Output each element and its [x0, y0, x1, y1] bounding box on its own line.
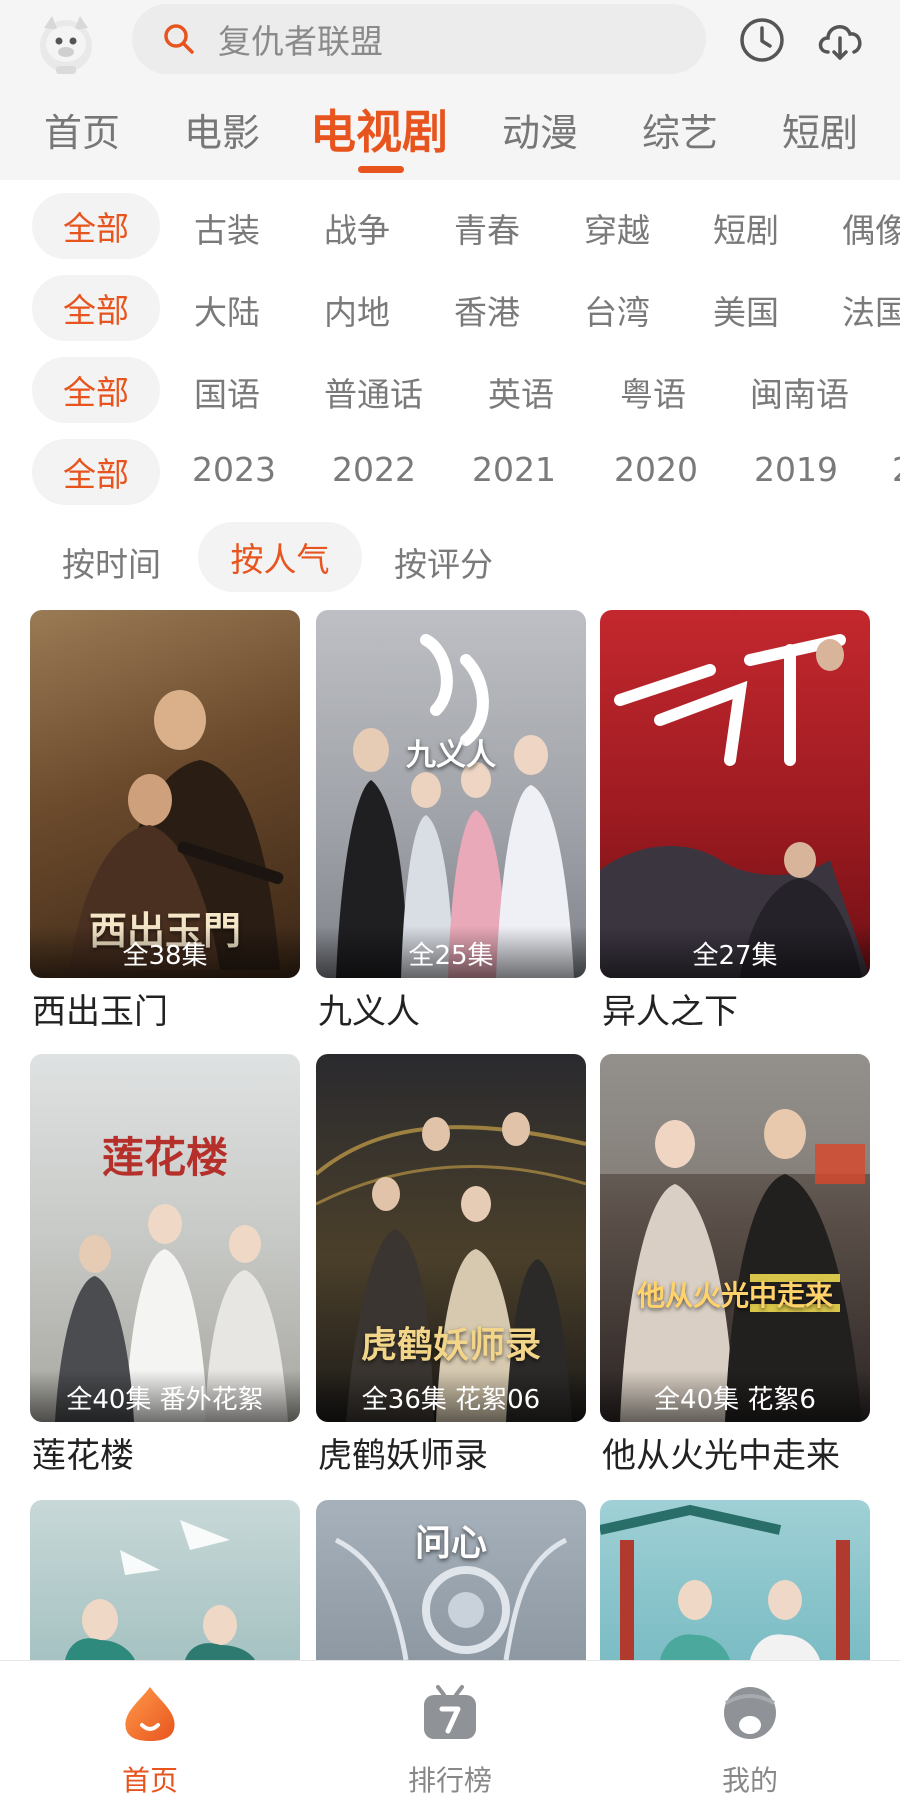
episode-badge: 全40集 番外花絮	[30, 1370, 300, 1422]
tab-movies[interactable]: 电影	[184, 102, 260, 157]
filter-year-all[interactable]: 全部	[32, 439, 160, 505]
filter-genre-item[interactable]: 战争	[324, 204, 390, 252]
filter-row-language: 全部 国语 普通话 英语 粤语 闽南语	[0, 354, 900, 436]
sort-row: 按时间 按人气 按评分	[0, 520, 900, 596]
poster-title-art: 他从火光中走来	[636, 1279, 833, 1312]
search-placeholder: 复仇者联盟	[218, 22, 383, 61]
nav-label: 排行榜	[407, 1764, 492, 1797]
mascot-avatar-icon[interactable]	[30, 6, 102, 78]
filter-region-item[interactable]: 香港	[454, 286, 520, 334]
tab-variety[interactable]: 综艺	[642, 102, 718, 157]
tab-anime[interactable]: 动漫	[502, 102, 578, 157]
filter-genre-all[interactable]: 全部	[32, 193, 160, 259]
tab-tv-series[interactable]: 电视剧	[310, 96, 448, 162]
tab-short-drama[interactable]: 短剧	[782, 102, 858, 157]
filter-region-item[interactable]: 台湾	[584, 286, 650, 334]
poster-art	[600, 1504, 850, 1660]
card-title[interactable]: 九义人	[318, 984, 420, 1033]
tab-home[interactable]: 首页	[44, 102, 120, 157]
profile-icon	[724, 1687, 776, 1739]
filter-genre-item[interactable]: 古装	[194, 204, 260, 252]
cloud-download-icon[interactable]	[812, 12, 868, 68]
nav-profile[interactable]: 我的	[660, 1671, 840, 1800]
poster-art	[55, 1204, 288, 1422]
history-clock-icon[interactable]	[734, 12, 790, 68]
filter-region-item[interactable]: 大陆	[194, 286, 260, 334]
filter-row-region: 全部 大陆 内地 香港 台湾 美国 法国	[0, 272, 900, 354]
filter-year-item[interactable]: 2019	[754, 450, 838, 489]
search-icon	[164, 24, 194, 54]
filter-language-all[interactable]: 全部	[32, 357, 160, 423]
poster-card[interactable]: 西出玉門 全38集	[30, 610, 300, 978]
nav-home[interactable]: 首页	[60, 1671, 240, 1800]
card-title[interactable]: 西出玉门	[32, 984, 168, 1033]
poster-card[interactable]: 之下 全27集	[600, 610, 870, 978]
filter-genre-item[interactable]: 偶像	[842, 204, 900, 252]
poster-title-art: 之下	[734, 610, 736, 611]
poster-title-art: 虎鹤妖师录	[360, 1324, 541, 1366]
filter-genre-item[interactable]: 穿越	[584, 204, 650, 252]
filter-row-genre: 全部 古装 战争 青春 穿越 短剧 偶像	[0, 190, 900, 272]
poster-card[interactable]: 他从火光中走来 全40集 花絮6	[600, 1054, 870, 1422]
poster-card[interactable]	[30, 1500, 300, 1660]
episode-badge: 全36集 花絮06	[316, 1370, 586, 1422]
card-title[interactable]: 莲花楼	[32, 1428, 134, 1477]
filter-language-item[interactable]: 英语	[488, 368, 554, 416]
poster-card[interactable]	[600, 1500, 870, 1660]
filter-region-item[interactable]: 美国	[713, 286, 779, 334]
card-title[interactable]: 虎鹤妖师录	[318, 1428, 488, 1477]
poster-title-art: 九义人	[406, 738, 496, 773]
episode-badge: 全27集	[600, 926, 870, 978]
search-bar[interactable]: 复仇者联盟	[132, 4, 706, 74]
poster-art	[65, 1520, 255, 1660]
header: 复仇者联盟	[0, 0, 900, 84]
poster-art	[600, 634, 870, 978]
filter-region-item[interactable]: 法国	[842, 286, 900, 334]
filter-language-item[interactable]: 闽南语	[750, 368, 849, 416]
filter-year-item[interactable]: 2021	[472, 450, 556, 489]
poster-art	[336, 634, 574, 978]
poster-title-art: 问心	[414, 1522, 487, 1564]
filter-year-item[interactable]: 2	[892, 450, 900, 489]
filter-year-item[interactable]: 2022	[332, 450, 416, 489]
nav-label: 首页	[121, 1764, 178, 1797]
sort-by-time[interactable]: 按时间	[62, 538, 161, 586]
poster-art	[600, 1054, 870, 1422]
category-tabs: 首页 电影 电视剧 动漫 综艺 短剧	[0, 84, 900, 180]
bottom-nav: 首页 排行榜 我的	[0, 1660, 900, 1800]
poster-card[interactable]: 问心	[316, 1500, 586, 1660]
active-tab-indicator	[358, 166, 404, 173]
ranking-tv-icon	[424, 1685, 476, 1739]
poster-title-art: 莲花楼	[101, 1133, 228, 1182]
filter-row-year: 全部 2023 2022 2021 2020 2019 2	[0, 436, 900, 518]
nav-label: 我的	[721, 1764, 778, 1797]
card-title[interactable]: 异人之下	[602, 984, 738, 1033]
poster-card[interactable]: 莲花楼 全40集 番外花絮	[30, 1054, 300, 1422]
sort-by-rating[interactable]: 按评分	[394, 538, 493, 586]
nav-ranking[interactable]: 排行榜	[360, 1671, 540, 1800]
poster-card[interactable]: 虎鹤妖师录 全36集 花絮06	[316, 1054, 586, 1422]
filter-region-all[interactable]: 全部	[32, 275, 160, 341]
filter-year-item[interactable]: 2023	[192, 450, 276, 489]
filter-year-item[interactable]: 2020	[614, 450, 698, 489]
filter-region-item[interactable]: 内地	[324, 286, 390, 334]
filter-language-item[interactable]: 普通话	[324, 368, 423, 416]
card-title[interactable]: 他从火光中走来	[602, 1428, 840, 1477]
filter-genre-item[interactable]: 青春	[454, 204, 520, 252]
filter-genre-item[interactable]: 短剧	[713, 204, 779, 252]
filter-language-item[interactable]: 国语	[194, 368, 260, 416]
episode-badge: 全25集	[316, 926, 586, 978]
sort-by-popularity[interactable]: 按人气	[198, 522, 362, 592]
episode-badge: 全38集	[30, 926, 300, 978]
home-flame-icon	[125, 1687, 175, 1741]
poster-card[interactable]: 九义人 全25集	[316, 610, 586, 978]
episode-badge: 全40集 花絮6	[600, 1370, 870, 1422]
filter-language-item[interactable]: 粤语	[620, 368, 686, 416]
